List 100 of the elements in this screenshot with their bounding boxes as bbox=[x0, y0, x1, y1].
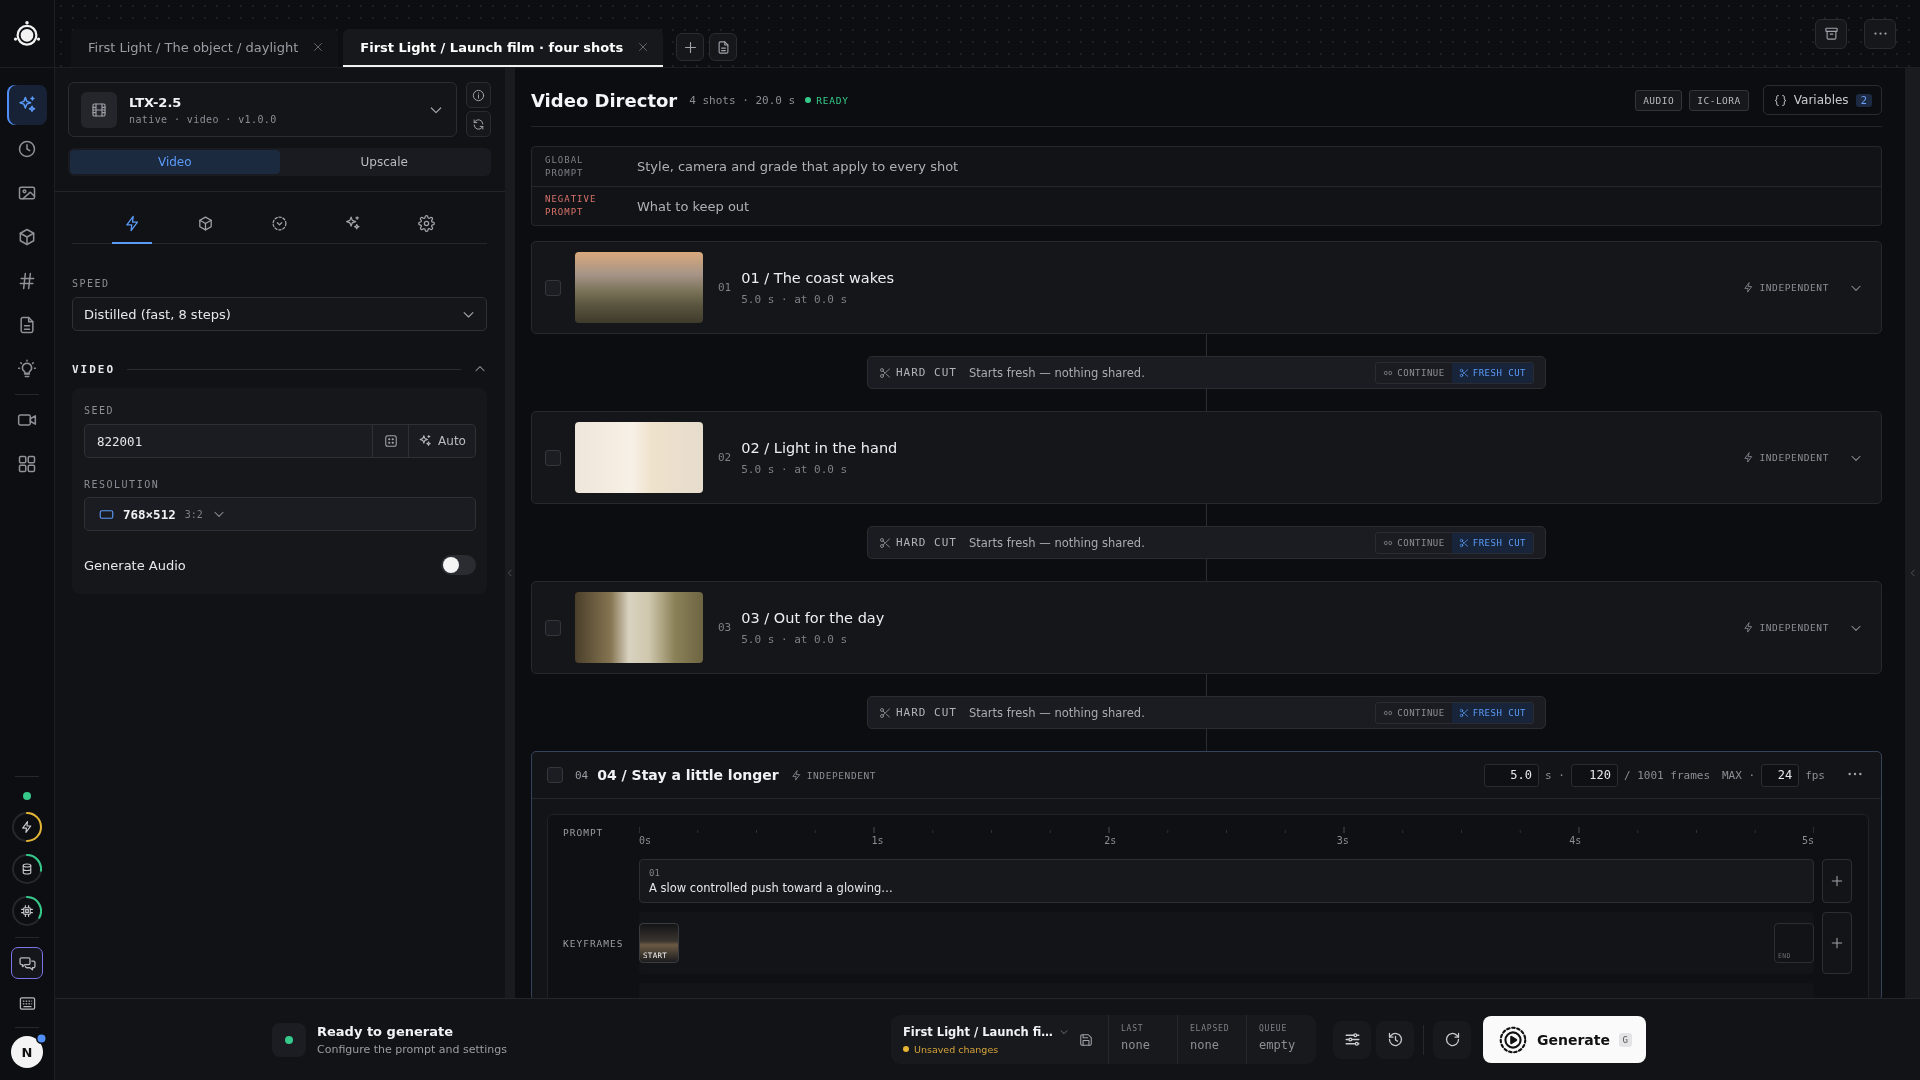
shot-mode: INDEPENDENT bbox=[1759, 452, 1829, 463]
plus-icon bbox=[1830, 936, 1844, 950]
shot-mode: INDEPENDENT bbox=[1759, 282, 1829, 293]
feature-tag: IC-LORA bbox=[1689, 89, 1749, 111]
prompt-input[interactable]: What to keep out bbox=[637, 187, 1881, 225]
keyboard-icon bbox=[18, 994, 36, 1012]
transition-description: Starts fresh — nothing shared. bbox=[969, 365, 1145, 380]
segment-index: 01 bbox=[649, 867, 661, 878]
scissors-icon bbox=[1458, 367, 1469, 378]
mode-tab[interactable]: Video bbox=[70, 150, 280, 174]
info-icon bbox=[472, 88, 485, 102]
shot-meta: 5.0 s · at 0.0 s bbox=[741, 292, 849, 306]
close-icon bbox=[312, 41, 325, 53]
stat-value: none bbox=[1190, 1038, 1220, 1052]
shot-card[interactable]: 02 02 / Light in the hand 5.0 s · at 0.0 s INDEPENDENT bbox=[531, 411, 1882, 504]
archive-icon bbox=[1823, 26, 1839, 41]
count-badge: 2 bbox=[1855, 93, 1872, 107]
seed-input[interactable]: 822001 bbox=[84, 424, 373, 458]
model-selector[interactable]: LTX-2.5 native · video · v1.0.0 bbox=[68, 82, 457, 137]
settings-button[interactable] bbox=[1333, 1020, 1371, 1059]
tool-button[interactable] bbox=[11, 947, 43, 979]
dashed-circle-icon bbox=[270, 215, 288, 232]
prompt-segment[interactable]: 01 A slow controlled push toward a glowing… bbox=[639, 859, 1814, 903]
time-tick: 5s bbox=[1801, 835, 1814, 846]
checkbox[interactable] bbox=[545, 449, 561, 466]
project-switcher[interactable]: First Light / Launch fi… Unsaved changes LAST none ELAPSED none QUEUE empty bbox=[891, 1015, 1316, 1064]
history-button[interactable] bbox=[1376, 1020, 1414, 1059]
stat-label: LAST bbox=[1121, 1024, 1145, 1033]
sidebar-item[interactable] bbox=[7, 85, 47, 125]
stat-value: none bbox=[1121, 1038, 1151, 1052]
prompt-input[interactable]: Style, camera and grade that apply to every shot bbox=[637, 147, 1881, 186]
status-title: Ready to generate bbox=[317, 1023, 454, 1039]
time-tick: 2s bbox=[1104, 835, 1117, 846]
resolution-select[interactable]: 768×512 3:2 bbox=[84, 497, 476, 531]
fps-input[interactable]: 24 bbox=[1761, 763, 1800, 787]
shot-mode: INDEPENDENT bbox=[1759, 622, 1829, 633]
stat-label: ELAPSED bbox=[1190, 1024, 1231, 1033]
field-label: RESOLUTION bbox=[84, 479, 161, 491]
database-ring-icon bbox=[12, 854, 42, 884]
add-button[interactable] bbox=[1822, 859, 1852, 903]
new-tab-button[interactable] bbox=[676, 33, 705, 61]
reload-button[interactable] bbox=[1433, 1020, 1471, 1059]
section-title: VIDEO bbox=[72, 362, 116, 376]
lightning-icon bbox=[790, 769, 802, 781]
shot-title: 01 / The coast wakes bbox=[741, 269, 895, 286]
transition-type: HARD CUT bbox=[896, 536, 957, 549]
transition-option[interactable]: FRESH CUT bbox=[1451, 362, 1533, 383]
project-name: First Light / Launch fi… bbox=[903, 1024, 1053, 1039]
frames-input[interactable]: 120 bbox=[1570, 763, 1618, 787]
transition-option[interactable]: CONTINUE bbox=[1376, 702, 1452, 723]
time-tick: 0s bbox=[639, 835, 652, 846]
lightning-icon bbox=[1743, 622, 1755, 633]
play-icon bbox=[1499, 1025, 1527, 1054]
braces-icon bbox=[1773, 93, 1787, 107]
shot-card[interactable]: 01 01 / The coast wakes 5.0 s · at 0.0 s INDEPENDENT bbox=[531, 241, 1882, 334]
time-tick: 3s bbox=[1336, 835, 1349, 846]
scissors-icon bbox=[1458, 537, 1469, 548]
clock-icon bbox=[17, 139, 37, 159]
panel-collapse-handle[interactable] bbox=[505, 68, 515, 998]
shot-card[interactable]: 03 03 / Out for the day 5.0 s · at 0.0 s INDEPENDENT bbox=[531, 581, 1882, 674]
shot-number: 02 bbox=[718, 451, 732, 464]
hash-icon bbox=[17, 271, 37, 291]
checkbox[interactable] bbox=[545, 619, 561, 636]
cube-icon bbox=[17, 227, 37, 247]
toggle-switch[interactable] bbox=[441, 555, 476, 575]
sliders-icon bbox=[1343, 1031, 1361, 1048]
transition-option[interactable]: FRESH CUT bbox=[1451, 702, 1533, 723]
lightning-ring-icon bbox=[12, 812, 42, 842]
max-label: MAX · bbox=[1722, 768, 1756, 782]
shot-number: 01 bbox=[718, 281, 732, 294]
document-icon bbox=[17, 315, 37, 335]
auto-seed-button[interactable]: Auto bbox=[409, 424, 476, 458]
model-name: LTX-2.5 bbox=[129, 94, 183, 110]
panel-collapse-handle[interactable] bbox=[1905, 68, 1920, 998]
duration-input[interactable]: 5.0 bbox=[1484, 763, 1540, 787]
unit-label: s · bbox=[1545, 768, 1565, 782]
info-button[interactable] bbox=[466, 82, 491, 108]
shot-title: 03 / Out for the day bbox=[741, 609, 885, 626]
new-document-button[interactable] bbox=[709, 33, 738, 61]
variables-button[interactable]: Variables 2 bbox=[1762, 85, 1882, 115]
checkbox[interactable] bbox=[545, 279, 561, 296]
shot-title: 02 / Light in the hand bbox=[741, 439, 898, 456]
transition-option[interactable]: CONTINUE bbox=[1376, 362, 1452, 383]
sequence-summary: 4 shots · 20.0 s bbox=[689, 93, 796, 107]
checkbox[interactable] bbox=[547, 767, 563, 783]
speed-select[interactable]: Distilled (fast, 8 steps) bbox=[72, 297, 487, 331]
document-tab[interactable]: First Light / The object / daylight bbox=[71, 29, 339, 67]
dice-icon bbox=[383, 434, 398, 448]
archive-button[interactable] bbox=[1815, 18, 1847, 49]
transition-option[interactable]: FRESH CUT bbox=[1451, 532, 1533, 553]
page-title: Video Director bbox=[531, 89, 678, 111]
transition-option[interactable]: CONTINUE bbox=[1376, 532, 1452, 553]
random-seed-button[interactable] bbox=[373, 424, 409, 458]
field-label: SPEED bbox=[72, 278, 111, 290]
generate-button[interactable]: Generate G bbox=[1483, 1016, 1646, 1063]
refresh-button[interactable] bbox=[466, 111, 491, 137]
mode-tab[interactable]: Upscale bbox=[279, 150, 489, 174]
prompt-label: GLOBAL PROMPT bbox=[545, 153, 585, 180]
toggle-label: Generate Audio bbox=[84, 557, 186, 573]
document-tab[interactable]: First Light / Launch film · four shots bbox=[343, 29, 664, 67]
